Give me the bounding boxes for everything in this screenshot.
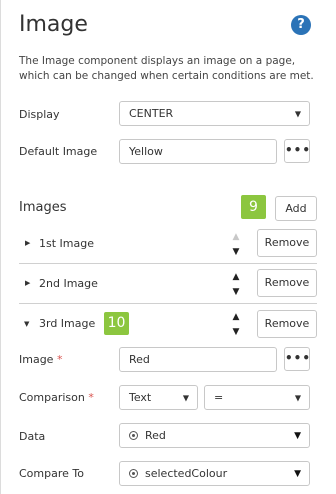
collapse-arrow-icon[interactable]: ▼ <box>24 320 29 328</box>
page-title: Image <box>19 12 88 37</box>
step-badge-9: 9 <box>241 195 266 219</box>
expand-arrow-icon[interactable]: ▶ <box>25 279 30 287</box>
radio-icon <box>129 431 138 440</box>
required-marker: * <box>56 353 63 366</box>
compare-to-label: Compare To <box>19 467 84 480</box>
comparison-label-text: Comparison <box>19 391 85 404</box>
move-up-icon[interactable]: ▲ <box>230 313 242 322</box>
data-label: Data <box>19 430 46 443</box>
image-field-label-text: Image <box>19 353 54 366</box>
comparison-label: Comparison * <box>19 391 94 404</box>
default-image-picker-button[interactable]: ••• <box>284 139 310 163</box>
default-image-input[interactable]: Yellow <box>119 139 277 164</box>
image-input[interactable]: Red <box>119 347 277 372</box>
row-divider <box>19 303 317 304</box>
expand-arrow-icon[interactable]: ▶ <box>25 239 30 247</box>
image-properties-panel: Image ? The Image component displays an … <box>0 0 336 494</box>
move-down-icon[interactable]: ▼ <box>230 248 242 257</box>
required-marker: * <box>88 391 94 404</box>
radio-icon <box>129 469 138 478</box>
remove-image-button-2[interactable]: Remove <box>257 269 317 297</box>
chevron-down-icon: ▼ <box>294 393 301 402</box>
compare-to-select[interactable]: selectedColour ▼ <box>119 461 310 486</box>
data-value: Red <box>145 429 166 442</box>
chevron-down-icon: ▼ <box>294 109 301 118</box>
image-row-label-2[interactable]: 2nd Image <box>39 277 98 290</box>
image-row-label-1[interactable]: 1st Image <box>39 237 94 250</box>
comparison-operator-value: = <box>214 391 224 404</box>
step-badge-10: 10 <box>104 312 129 335</box>
image-row-label-3[interactable]: 3rd Image <box>39 317 95 330</box>
display-select[interactable]: CENTER ▼ <box>119 101 310 126</box>
chevron-down-icon: ▼ <box>294 430 301 441</box>
remove-image-button-3[interactable]: Remove <box>257 310 317 338</box>
image-field-label: Image * <box>19 353 62 366</box>
default-image-label: Default Image <box>19 145 98 158</box>
comparison-type-select[interactable]: Text ▼ <box>119 385 198 410</box>
row-divider <box>19 263 317 264</box>
description: The Image component displays an image on… <box>19 55 314 82</box>
move-up-icon: ▲ <box>232 232 240 242</box>
comparison-type-value: Text <box>129 391 152 404</box>
display-label: Display <box>19 108 60 121</box>
data-select[interactable]: Red ▼ <box>119 423 310 448</box>
move-down-icon: ▼ <box>232 327 240 337</box>
move-down-icon[interactable]: ▼ <box>230 288 242 297</box>
image-value: Red <box>129 353 150 366</box>
images-section-title: Images <box>19 200 67 215</box>
display-value: CENTER <box>129 107 174 120</box>
compare-to-value: selectedColour <box>145 467 228 480</box>
chevron-down-icon: ▼ <box>182 393 189 402</box>
chevron-down-icon: ▼ <box>294 468 301 479</box>
remove-image-button-1[interactable]: Remove <box>257 229 317 257</box>
default-image-value: Yellow <box>129 145 163 158</box>
comparison-operator-select[interactable]: = ▼ <box>204 385 310 410</box>
add-image-button[interactable]: Add <box>275 196 317 221</box>
help-icon[interactable]: ? <box>291 15 311 35</box>
image-picker-button[interactable]: ••• <box>284 347 310 371</box>
move-up-icon[interactable]: ▲ <box>230 273 242 282</box>
